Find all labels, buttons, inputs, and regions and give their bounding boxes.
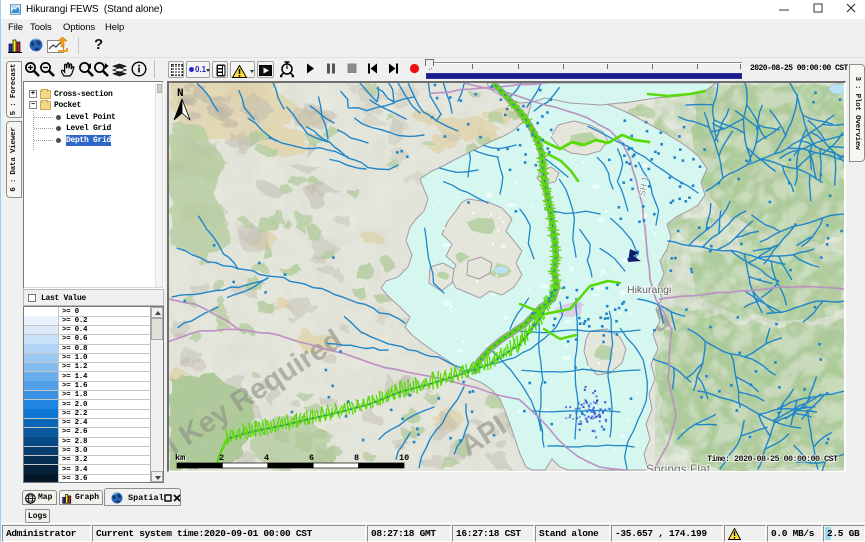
svg-text:10: 10 — [399, 453, 409, 463]
svg-text:Hikurangi: Hikurangi — [627, 284, 671, 296]
svg-text:N: N — [177, 88, 184, 100]
svg-text:km: km — [175, 453, 185, 463]
svg-text:4: 4 — [264, 453, 269, 463]
svg-text:Springs Flat: Springs Flat — [646, 462, 711, 471]
svg-text:6: 6 — [309, 453, 314, 463]
svg-text:8: 8 — [354, 453, 359, 463]
svg-text:2: 2 — [219, 453, 224, 463]
svg-text:Time: 2020-08-25 00:00:00 CST: Time: 2020-08-25 00:00:00 CST — [707, 454, 838, 464]
